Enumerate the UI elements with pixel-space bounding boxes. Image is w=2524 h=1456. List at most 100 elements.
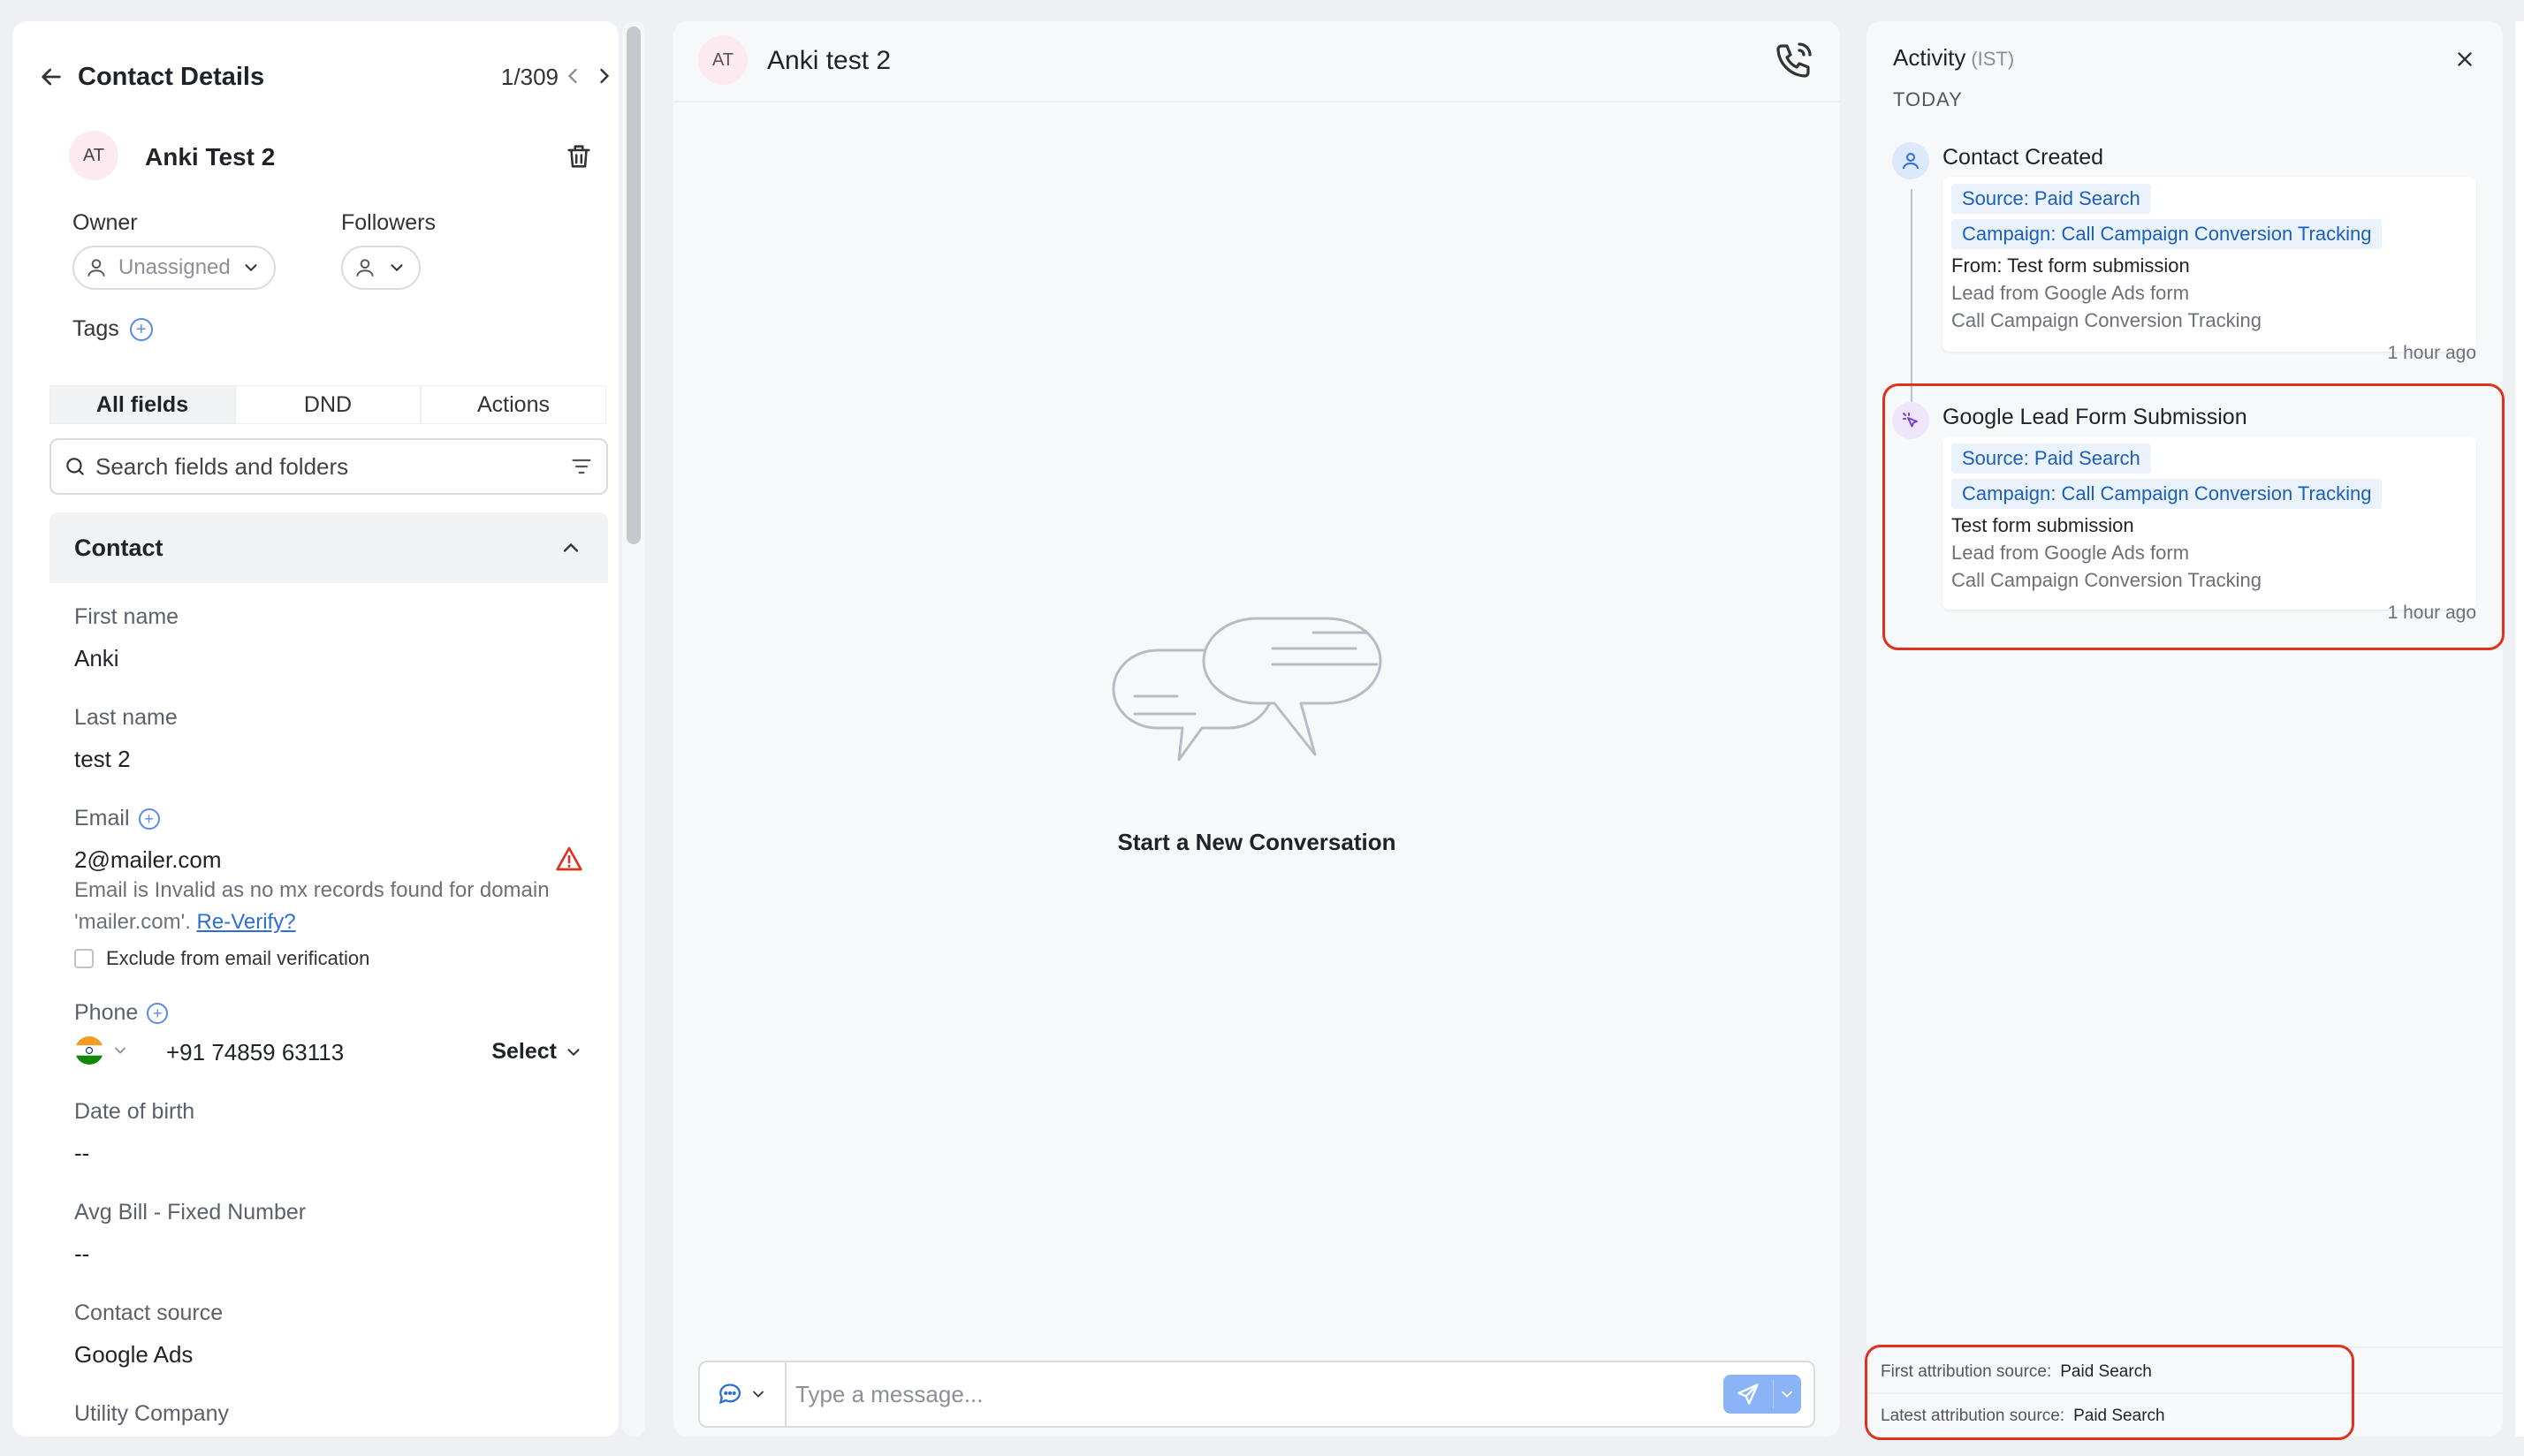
email-value[interactable]: 2@mailer.com xyxy=(74,846,222,874)
contact-fields-list: First name Anki Last name test 2 Email +… xyxy=(49,583,608,1437)
tab-actions[interactable]: Actions xyxy=(421,385,606,424)
field-tabs: All fields DND Actions xyxy=(49,385,606,424)
user-icon xyxy=(87,259,105,277)
avatar: AT xyxy=(69,131,118,180)
activity-line: Lead from Google Ads form xyxy=(1951,282,2190,304)
dob-value[interactable]: -- xyxy=(74,1140,89,1167)
conversation-header: AT Anki test 2 xyxy=(673,21,1840,102)
plus-icon[interactable]: + xyxy=(147,1002,169,1024)
record-counter: 1/309 xyxy=(500,63,559,90)
contact-details-header: Contact Details 1/309 xyxy=(37,39,610,115)
message-type-selector[interactable] xyxy=(700,1362,787,1426)
send-button[interactable] xyxy=(1723,1375,1801,1414)
page-title: Contact Details xyxy=(78,62,265,91)
chevron-right-icon[interactable] xyxy=(592,64,617,88)
chevron-down-icon xyxy=(245,264,257,272)
highlight-attribution xyxy=(1865,1345,2354,1440)
phone-label-row: Phone + xyxy=(74,1000,169,1026)
exclude-verification-checkbox[interactable] xyxy=(74,949,94,968)
reverify-link[interactable]: Re-Verify? xyxy=(197,910,296,934)
phone-type-select[interactable]: Select xyxy=(491,1039,583,1065)
chevron-down-icon xyxy=(391,264,403,272)
contact-section-header[interactable]: Contact xyxy=(49,512,608,583)
plus-icon[interactable]: + xyxy=(138,808,160,830)
right-edge-strip xyxy=(2515,21,2524,1437)
first-name-value[interactable]: Anki xyxy=(74,645,119,672)
first-name-label: First name xyxy=(74,604,179,629)
chevron-up-icon[interactable] xyxy=(559,535,583,560)
send-divider xyxy=(1773,1380,1774,1408)
phone-label: Phone xyxy=(74,1000,139,1025)
activity-user-icon xyxy=(1892,142,1929,179)
close-icon[interactable] xyxy=(2453,48,2476,71)
phone-call-icon[interactable] xyxy=(1773,39,1815,81)
scrollbar-thumb[interactable] xyxy=(627,27,641,544)
contact-source-value[interactable]: Google Ads xyxy=(74,1341,193,1369)
activity-panel: Activity (IST) TODAY Contact Created Sour… xyxy=(1866,21,2503,1437)
avg-bill-label: Avg Bill - Fixed Number xyxy=(74,1200,307,1225)
utility-company-label: Utility Company xyxy=(74,1401,230,1426)
contact-source-label: Contact source xyxy=(74,1301,224,1325)
last-name-label: Last name xyxy=(74,705,178,730)
message-type-icon xyxy=(718,1384,741,1405)
activity-line: Call Campaign Conversion Tracking xyxy=(1951,309,2262,331)
send-icon xyxy=(1737,1384,1759,1405)
tab-dnd[interactable]: DND xyxy=(235,385,421,424)
india-flag-icon xyxy=(75,1036,103,1065)
contact-name: Anki Test 2 xyxy=(145,143,276,171)
phone-value[interactable]: +91 74859 63113 xyxy=(166,1039,344,1066)
phone-country-select[interactable] xyxy=(74,1035,129,1065)
chevron-left-icon[interactable] xyxy=(560,64,585,88)
followers-label: Followers xyxy=(341,210,436,235)
contact-details-inner: Contact Details 1/309 AT Anki Test 2 Own… xyxy=(37,21,610,1437)
followers-select[interactable] xyxy=(341,246,421,290)
warning-icon xyxy=(556,846,582,871)
source-chip: Source: Paid Search xyxy=(1951,184,2151,214)
chevron-down-icon[interactable] xyxy=(1778,1385,1796,1403)
contact-details-panel: Contact Details 1/309 AT Anki Test 2 Own… xyxy=(12,21,619,1437)
trash-icon[interactable] xyxy=(564,141,594,171)
message-composer: Type a message... xyxy=(698,1361,1815,1428)
email-error-text: Email is Invalid as no mx records found … xyxy=(74,875,587,938)
avatar: AT xyxy=(698,35,748,85)
tags-row: Tags + xyxy=(72,316,153,342)
exclude-verification-label: Exclude from email verification xyxy=(106,947,370,969)
back-arrow-icon[interactable] xyxy=(37,63,65,91)
activity-title-contact-created: Contact Created xyxy=(1942,145,2104,170)
chat-bubbles-illustration xyxy=(1112,617,1382,762)
activity-timestamp: 1 hour ago xyxy=(2387,343,2476,363)
email-label-row: Email + xyxy=(74,806,160,831)
day-group-label: TODAY xyxy=(1893,88,1963,110)
tab-all-fields[interactable]: All fields xyxy=(49,385,235,424)
avg-bill-value[interactable]: -- xyxy=(74,1240,89,1268)
email-error-line2: 'mailer.com'. xyxy=(74,910,191,934)
conversation-panel: AT Anki test 2 Start a New Conversation … xyxy=(673,21,1840,1437)
activity-title-text: Activity xyxy=(1893,44,1966,71)
section-title: Contact xyxy=(74,534,163,561)
email-label: Email xyxy=(74,806,130,830)
campaign-chip: Campaign: Call Campaign Conversion Track… xyxy=(1951,219,2383,249)
dob-label: Date of birth xyxy=(74,1099,195,1124)
email-error-line1: Email is Invalid as no mx records found … xyxy=(74,878,550,902)
chevron-down-icon xyxy=(753,1391,764,1398)
owner-value: Unassigned xyxy=(118,255,231,279)
activity-title: Activity (IST) xyxy=(1893,44,2014,72)
plus-icon[interactable]: + xyxy=(129,317,153,341)
message-input[interactable]: Type a message... xyxy=(787,1381,1813,1408)
activity-card: Source: Paid Search Campaign: Call Campa… xyxy=(1942,177,2476,352)
chevron-down-icon xyxy=(115,1047,125,1054)
search-icon xyxy=(66,458,84,475)
timezone-label: (IST) xyxy=(1971,48,2015,70)
last-name-value[interactable]: test 2 xyxy=(74,746,131,773)
filter-icon[interactable] xyxy=(569,454,594,479)
search-placeholder: Search fields and folders xyxy=(95,452,349,480)
search-fields-input[interactable]: Search fields and folders xyxy=(49,438,608,495)
owner-select[interactable]: Unassigned xyxy=(72,246,276,290)
empty-state-title: Start a New Conversation xyxy=(1117,829,1396,855)
activity-line: From: Test form submission xyxy=(1951,254,2190,277)
highlight-lead-form-activity xyxy=(1882,383,2505,650)
owner-label: Owner xyxy=(72,210,138,235)
chevron-down-icon xyxy=(567,1048,580,1056)
user-icon xyxy=(356,259,374,277)
contact-summary-card: AT Anki Test 2 Owner Unassigned Follower… xyxy=(49,115,606,371)
